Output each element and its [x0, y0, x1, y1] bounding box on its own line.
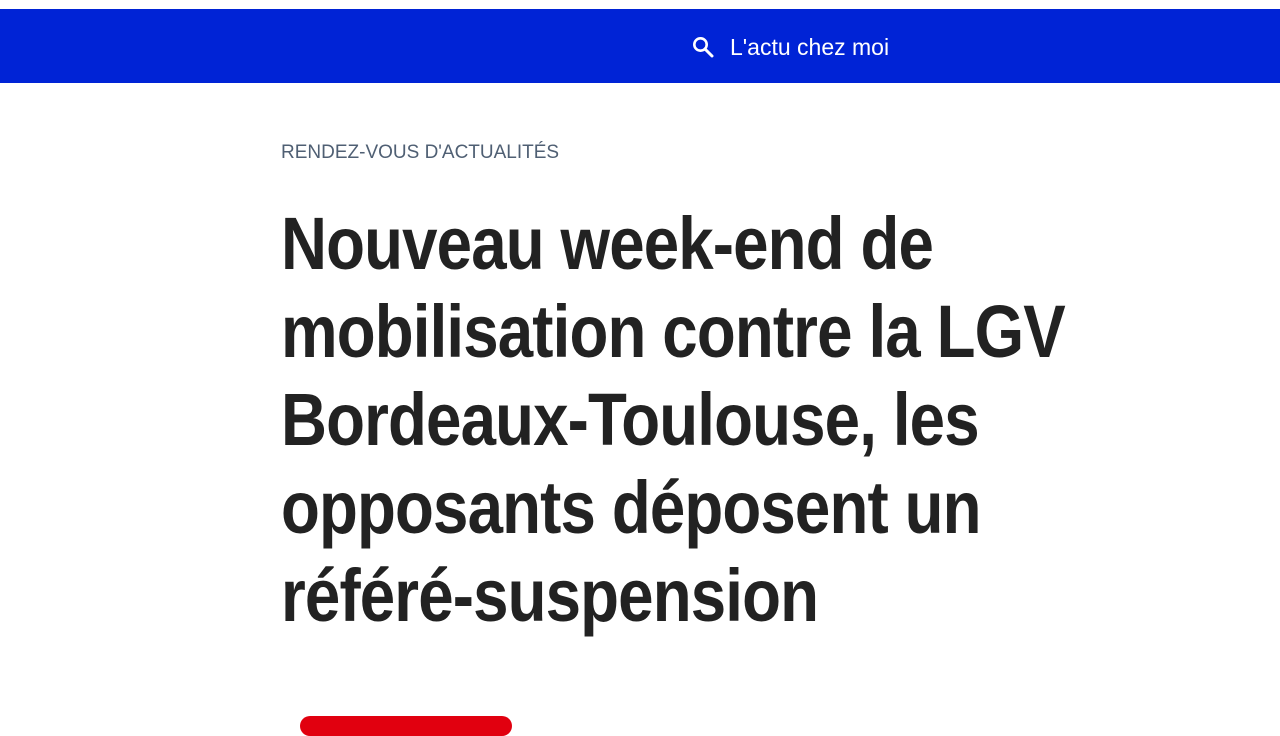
- article-rubric[interactable]: RENDEZ-VOUS D'ACTUALITÉS: [281, 140, 559, 166]
- headline-line: référé-suspension: [281, 554, 819, 637]
- article-headline: Nouveau week-end de mobilisation contre …: [281, 200, 1107, 640]
- search-icon: [692, 36, 714, 58]
- local-news-label: L'actu chez moi: [730, 34, 890, 60]
- site-header: L'actu chez moi: [0, 9, 1280, 83]
- headline-line: mobilisation contre la LGV: [281, 290, 1066, 373]
- local-news-button[interactable]: L'actu chez moi: [692, 32, 889, 62]
- top-strip: [0, 0, 1280, 9]
- headline-line: opposants déposent un: [281, 466, 982, 549]
- headline-line: Nouveau week-end de: [281, 202, 934, 285]
- red-action-button[interactable]: [300, 716, 512, 736]
- headline-line: Bordeaux-Toulouse, les: [281, 378, 980, 461]
